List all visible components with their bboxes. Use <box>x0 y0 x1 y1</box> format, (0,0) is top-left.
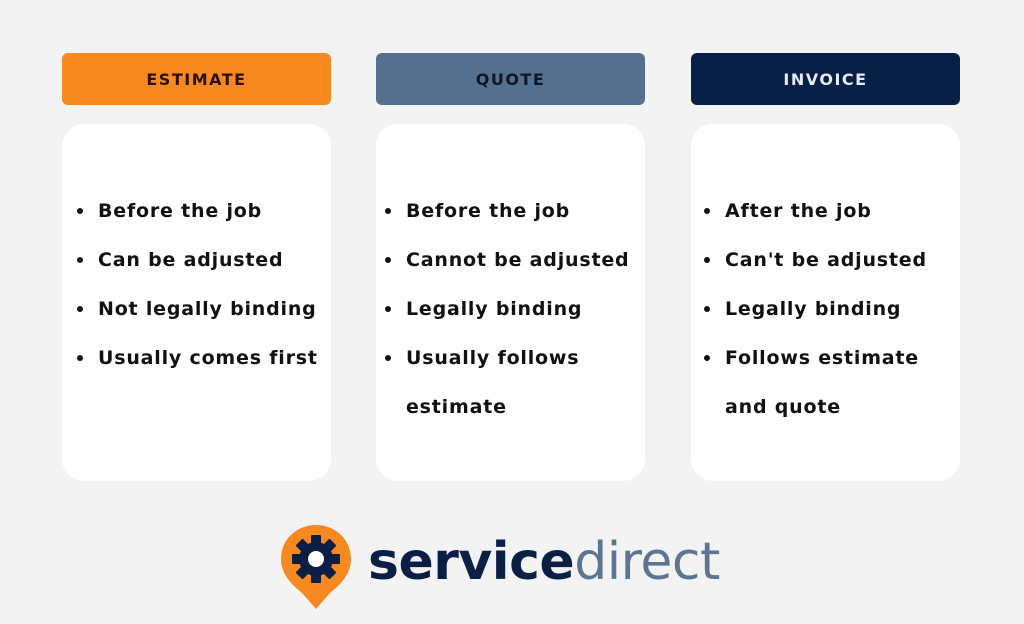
list-item: Usually comes first <box>77 334 331 383</box>
bullet-icon <box>77 257 83 263</box>
bullet-icon <box>77 306 83 312</box>
list-item: Can be adjusted <box>77 236 331 285</box>
list-item: After the job <box>704 187 960 236</box>
invoice-list: After the job Can't be adjusted Legally … <box>704 187 960 432</box>
list-item: Before the job <box>77 187 331 236</box>
list-item: Can't be adjusted <box>704 236 960 285</box>
bullet-icon <box>704 257 710 263</box>
bullet-icon <box>704 306 710 312</box>
bullet-icon <box>77 355 83 361</box>
invoice-header: INVOICE <box>691 53 960 105</box>
quote-header: QUOTE <box>376 53 645 105</box>
invoice-card: After the job Can't be adjusted Legally … <box>691 124 960 481</box>
bullet-icon <box>77 208 83 214</box>
bullet-icon <box>385 306 391 312</box>
servicedirect-logo: servicedirect <box>278 522 720 612</box>
estimate-title: ESTIMATE <box>146 69 247 89</box>
logo-text-service: service <box>368 532 575 592</box>
quote-title: QUOTE <box>475 69 546 89</box>
list-item: Not legally binding <box>77 285 331 334</box>
list-item: Usually follows estimate <box>385 334 645 432</box>
bullet-icon <box>385 257 391 263</box>
estimate-list: Before the job Can be adjusted Not legal… <box>77 187 331 383</box>
list-item: Legally binding <box>385 285 645 334</box>
estimate-card: Before the job Can be adjusted Not legal… <box>62 124 331 481</box>
bullet-icon <box>385 355 391 361</box>
list-item: Cannot be adjusted <box>385 236 645 285</box>
quote-list: Before the job Cannot be adjusted Legall… <box>385 187 645 432</box>
logo-wordmark: servicedirect <box>368 536 720 588</box>
quote-card: Before the job Cannot be adjusted Legall… <box>376 124 645 481</box>
bullet-icon <box>704 208 710 214</box>
bullet-icon <box>385 208 391 214</box>
logo-text-direct: direct <box>574 532 720 592</box>
list-item: Before the job <box>385 187 645 236</box>
gear-map-pin-icon <box>278 522 354 612</box>
bullet-icon <box>704 355 710 361</box>
invoice-title: INVOICE <box>783 69 868 89</box>
estimate-header: ESTIMATE <box>62 53 331 105</box>
list-item: Follows estimate and quote <box>704 334 960 432</box>
list-item: Legally binding <box>704 285 960 334</box>
